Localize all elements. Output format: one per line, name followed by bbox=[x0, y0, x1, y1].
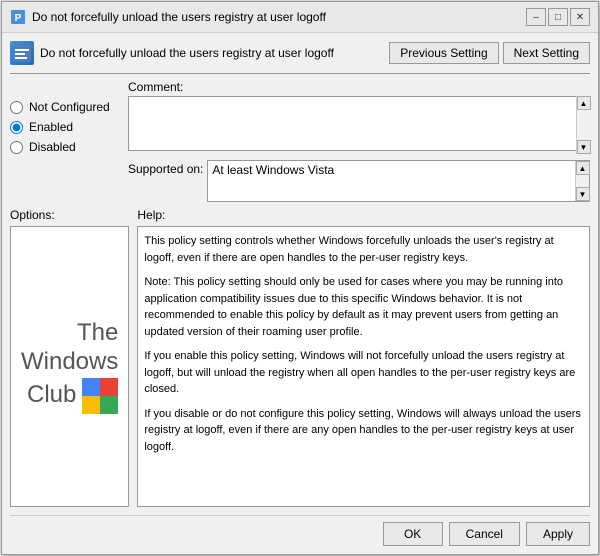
dialog-title: Do not forcefully unload the users regis… bbox=[32, 10, 326, 24]
dialog-icon: P bbox=[10, 9, 26, 25]
previous-setting-button[interactable]: Previous Setting bbox=[389, 42, 498, 64]
windows-club-logo bbox=[82, 378, 118, 414]
comment-label: Comment: bbox=[128, 80, 590, 94]
header-buttons: Previous Setting Next Setting bbox=[389, 42, 590, 64]
supported-scroll-up[interactable]: ▲ bbox=[576, 161, 590, 175]
watermark-line3: Club bbox=[27, 381, 76, 410]
help-label: Help: bbox=[137, 208, 590, 222]
comment-area: Comment: ▲ ▼ bbox=[128, 80, 590, 154]
logo-red bbox=[100, 378, 118, 396]
supported-label: Supported on: bbox=[128, 160, 203, 176]
not-configured-label: Not Configured bbox=[29, 100, 110, 114]
supported-value-box: At least Windows Vista ▲ ▼ bbox=[207, 160, 590, 202]
logo-green bbox=[100, 396, 118, 414]
header-icon bbox=[10, 41, 34, 65]
supported-scrollbar: ▲ ▼ bbox=[575, 161, 589, 201]
disabled-radio[interactable] bbox=[10, 141, 23, 154]
help-paragraph-4: If you disable or do not configure this … bbox=[144, 406, 583, 456]
header-left: Do not forcefully unload the users regis… bbox=[10, 41, 334, 65]
title-bar: P Do not forcefully unload the users reg… bbox=[2, 2, 598, 33]
options-box: The Windows Club bbox=[10, 226, 129, 507]
help-paragraph-3: If you enable this policy setting, Windo… bbox=[144, 348, 583, 398]
not-configured-radio[interactable] bbox=[10, 101, 23, 114]
supported-scroll-down[interactable]: ▼ bbox=[576, 187, 590, 201]
right-section: Comment: ▲ ▼ Supported on: At least Wind… bbox=[128, 80, 590, 202]
svg-text:P: P bbox=[15, 13, 22, 24]
minimize-button[interactable]: – bbox=[526, 8, 546, 26]
header-title: Do not forcefully unload the users regis… bbox=[40, 46, 334, 60]
policy-dialog: P Do not forcefully unload the users reg… bbox=[1, 1, 599, 555]
options-help-row: Options: The Windows Club bbox=[10, 208, 590, 507]
radio-section: Not Configured Enabled Disabled bbox=[10, 80, 120, 202]
dialog-content: Do not forcefully unload the users regis… bbox=[2, 33, 598, 554]
help-paragraph-2: Note: This policy setting should only be… bbox=[144, 274, 583, 340]
comment-textarea[interactable] bbox=[128, 96, 590, 151]
help-section: Help: This policy setting controls wheth… bbox=[137, 208, 590, 507]
cancel-button[interactable]: Cancel bbox=[449, 522, 520, 546]
main-area: Not Configured Enabled Disabled Comment: bbox=[10, 80, 590, 202]
watermark-line1: The bbox=[77, 319, 118, 348]
window-controls: – □ ✕ bbox=[526, 8, 590, 26]
supported-area: Supported on: At least Windows Vista ▲ ▼ bbox=[128, 160, 590, 202]
header-section: Do not forcefully unload the users regis… bbox=[10, 41, 590, 74]
logo-yellow bbox=[82, 396, 100, 414]
enabled-label: Enabled bbox=[29, 120, 73, 134]
close-button[interactable]: ✕ bbox=[570, 8, 590, 26]
comment-scroll-up[interactable]: ▲ bbox=[577, 96, 591, 110]
next-setting-button[interactable]: Next Setting bbox=[503, 42, 590, 64]
disabled-label: Disabled bbox=[29, 140, 76, 154]
enabled-radio[interactable] bbox=[10, 121, 23, 134]
not-configured-option[interactable]: Not Configured bbox=[10, 100, 120, 114]
ok-button[interactable]: OK bbox=[383, 522, 443, 546]
options-section: Options: The Windows Club bbox=[10, 208, 129, 507]
help-box[interactable]: This policy setting controls whether Win… bbox=[137, 226, 590, 507]
logo-blue bbox=[82, 378, 100, 396]
supported-value: At least Windows Vista bbox=[212, 163, 585, 177]
comment-scroll-down[interactable]: ▼ bbox=[577, 140, 591, 154]
maximize-button[interactable]: □ bbox=[548, 8, 568, 26]
bottom-buttons: OK Cancel Apply bbox=[10, 515, 590, 546]
help-paragraph-1: This policy setting controls whether Win… bbox=[144, 233, 583, 266]
title-bar-left: P Do not forcefully unload the users reg… bbox=[10, 9, 326, 25]
watermark-line2: Windows bbox=[21, 348, 118, 377]
enabled-option[interactable]: Enabled bbox=[10, 120, 120, 134]
comment-scrollbar: ▲ ▼ bbox=[576, 96, 590, 154]
apply-button[interactable]: Apply bbox=[526, 522, 590, 546]
disabled-option[interactable]: Disabled bbox=[10, 140, 120, 154]
options-label: Options: bbox=[10, 208, 129, 222]
watermark-container: The Windows Club bbox=[11, 309, 128, 425]
